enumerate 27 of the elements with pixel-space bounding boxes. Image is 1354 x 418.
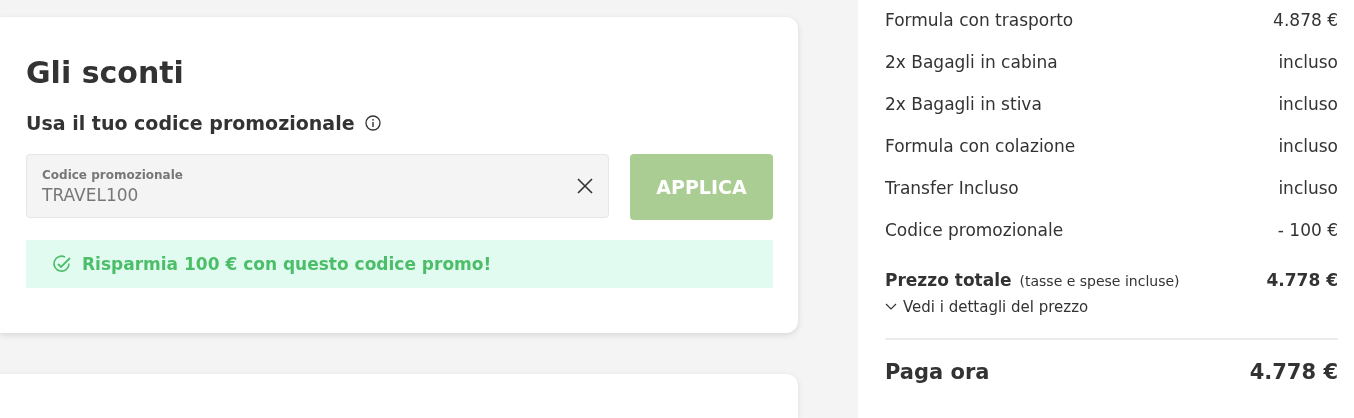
price-details-link[interactable]: Vedi i dettagli del prezzo xyxy=(885,298,1338,316)
total-label: Prezzo totale xyxy=(885,270,1012,290)
item-price: incluso xyxy=(1278,52,1338,72)
item-label: 2x Bagagli in stiva xyxy=(885,94,1042,114)
item-price: incluso xyxy=(1278,94,1338,114)
close-icon[interactable] xyxy=(577,178,593,194)
check-circle-icon xyxy=(52,254,72,274)
item-price: incluso xyxy=(1278,178,1338,198)
item-price: incluso xyxy=(1278,136,1338,156)
promo-subtitle: Usa il tuo codice promozionale xyxy=(26,112,355,134)
item-label: 2x Bagagli in cabina xyxy=(885,52,1058,72)
item-label: Formula con trasporto xyxy=(885,10,1074,30)
section-title: Gli sconti xyxy=(26,55,185,90)
total-price: 4.778 € xyxy=(1266,270,1338,290)
success-message: Risparmia 100 € con questo codice promo! xyxy=(82,254,492,274)
pay-now-price: 4.778 € xyxy=(1249,360,1338,384)
total-note: (tasse e spese incluse) xyxy=(1019,273,1180,289)
item-price: - 100 € xyxy=(1277,220,1338,240)
item-label: Transfer Incluso xyxy=(885,178,1019,198)
promo-code-field[interactable]: Codice promozionale TRAVEL100 xyxy=(26,154,609,218)
item-label: Codice promozionale xyxy=(885,220,1064,240)
item-price: 4.878 € xyxy=(1273,10,1338,30)
pay-now-label: Paga ora xyxy=(885,360,990,384)
promo-code-input[interactable]: TRAVEL100 xyxy=(42,184,577,205)
item-label: Formula con colazione xyxy=(885,136,1076,156)
chevron-down-icon xyxy=(885,303,897,311)
info-icon[interactable] xyxy=(364,115,381,131)
